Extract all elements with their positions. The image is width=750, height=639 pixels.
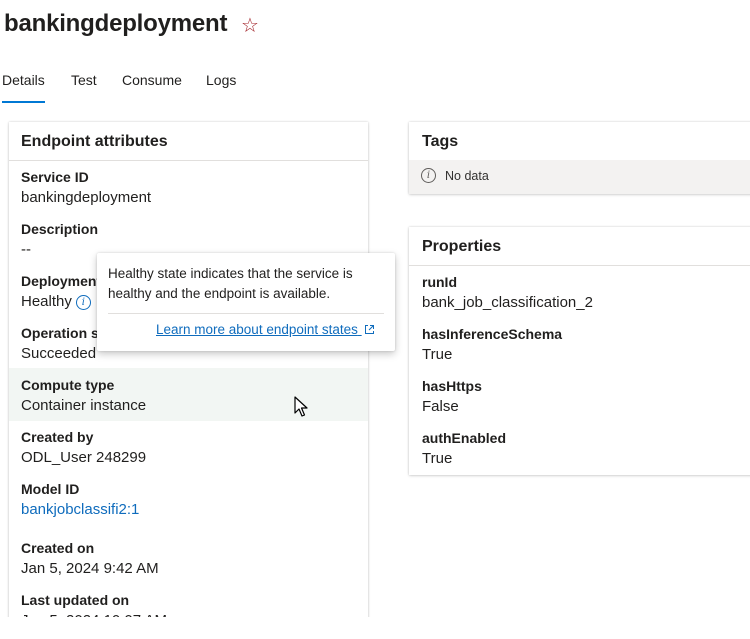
tags-card: Tags i No data [409, 122, 750, 194]
tab-consume[interactable]: Consume [122, 72, 182, 88]
run-id-value: bank_job_classification_2 [422, 294, 593, 311]
info-icon[interactable]: i [75, 295, 91, 310]
tooltip-divider [108, 313, 384, 314]
external-link-icon [364, 325, 374, 334]
tags-empty-text: No data [445, 169, 489, 183]
endpoint-attributes-title: Endpoint attributes [21, 133, 168, 150]
compute-type-label: Compute type [21, 377, 115, 393]
created-on-label: Created on [21, 540, 95, 556]
description-label: Description [21, 221, 99, 237]
tab-test[interactable]: Test [71, 72, 97, 88]
operation-state-value: Succeeded [21, 345, 97, 362]
properties-title: Properties [422, 238, 502, 255]
service-id-label: Service ID [21, 169, 89, 185]
tags-title: Tags [422, 133, 459, 150]
has-inference-schema-value: True [422, 346, 453, 363]
deployment-state-value: Healthy [21, 293, 72, 310]
learn-more-link[interactable]: Learn more about endpoint states [156, 322, 375, 337]
model-id-link[interactable]: bankjobclassifi2:1 [21, 501, 139, 518]
auth-enabled-value: True [422, 450, 453, 467]
has-inference-schema-label: hasInferenceSchema [422, 326, 563, 342]
info-icon: i [421, 168, 436, 183]
has-https-value: False [422, 398, 459, 415]
card-divider [9, 160, 368, 161]
health-state-tooltip: Healthy state indicates that the service… [97, 253, 395, 351]
description-value: -- [21, 241, 31, 258]
mouse-cursor-icon [294, 396, 308, 417]
compute-type-value: Container instance [21, 397, 147, 414]
tab-logs[interactable]: Logs [206, 72, 236, 88]
created-by-label: Created by [21, 429, 94, 445]
auth-enabled-label: authEnabled [422, 430, 507, 446]
service-id-value: bankingdeployment [21, 189, 152, 206]
page-bottom-fade [0, 617, 750, 639]
learn-more-link-text[interactable]: Learn more about endpoint states [156, 322, 358, 337]
page-title: bankingdeployment [4, 10, 228, 37]
has-https-label: hasHttps [422, 378, 482, 394]
deployment-state-row: Healthy i [21, 293, 91, 310]
favorite-star-icon[interactable]: ☆ [241, 14, 259, 38]
created-by-value: ODL_User 248299 [21, 449, 147, 466]
tab-details[interactable]: Details [2, 72, 45, 103]
tooltip-text: Healthy state indicates that the service… [108, 266, 353, 301]
operation-state-label: Operation s [21, 325, 99, 341]
tags-empty-row: i No data [409, 160, 750, 194]
run-id-label: runId [422, 274, 457, 290]
card-divider [409, 265, 750, 266]
last-updated-label: Last updated on [21, 592, 130, 608]
created-on-value: Jan 5, 2024 9:42 AM [21, 560, 159, 577]
deployment-state-label: Deployment [21, 273, 102, 289]
model-id-label: Model ID [21, 481, 80, 497]
